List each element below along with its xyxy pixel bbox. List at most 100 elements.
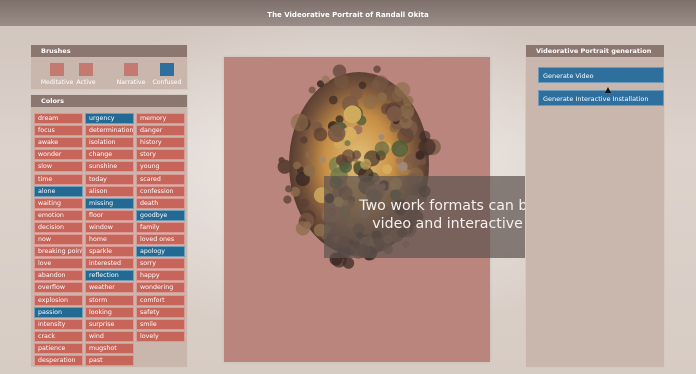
color-word-cell[interactable]: urgency xyxy=(85,113,134,124)
color-word-cell[interactable]: alone xyxy=(34,185,83,197)
color-word-cell[interactable]: abandon xyxy=(34,270,83,282)
colors-panel: Colors dream focus awake wonder slow time alon… xyxy=(30,94,188,368)
paint-dab xyxy=(285,185,293,193)
generate-installation-button[interactable]: Generate Interactive Installation xyxy=(538,90,664,106)
brushes-panel: Brushes Meditative Active Narrative Conf… xyxy=(30,44,188,90)
paint-dab xyxy=(395,157,403,164)
color-word-cell[interactable]: decision xyxy=(34,221,83,233)
color-word-cell[interactable]: confession xyxy=(136,185,185,197)
brush-confused-swatch xyxy=(160,63,174,76)
paint-dab xyxy=(305,150,313,159)
color-word-cell[interactable]: desperation xyxy=(34,355,83,366)
paint-dab xyxy=(374,141,390,156)
paint-dab xyxy=(391,140,409,157)
color-word-cell[interactable]: wonder xyxy=(34,149,83,161)
color-word-cell[interactable]: scared xyxy=(136,173,185,185)
color-word-cell[interactable]: explosion xyxy=(34,294,83,306)
color-word-cell[interactable]: comfort xyxy=(136,294,185,306)
paint-dab xyxy=(341,149,356,163)
paint-dab xyxy=(313,127,328,142)
brushes-panel-title: Brushes xyxy=(31,45,187,57)
paint-dab xyxy=(415,150,425,160)
paint-dab xyxy=(378,134,385,140)
color-word-cell[interactable]: crack xyxy=(34,330,83,342)
paint-dab xyxy=(334,73,349,89)
color-word-cell[interactable]: storm xyxy=(85,294,134,306)
color-word-cell[interactable]: wind xyxy=(85,330,134,342)
color-word-cell[interactable]: now xyxy=(34,234,83,245)
color-word-cell[interactable]: emotion xyxy=(34,209,83,221)
color-word-cell[interactable]: home xyxy=(85,234,134,245)
color-word-cell[interactable]: interested xyxy=(85,258,134,270)
paint-dab xyxy=(344,140,351,147)
color-word-cell[interactable]: passion xyxy=(34,306,83,318)
paint-dab xyxy=(394,82,411,98)
color-word-cell[interactable]: goodbye xyxy=(136,209,185,221)
color-word-cell[interactable]: window xyxy=(85,221,134,233)
color-word-cell[interactable]: focus xyxy=(34,125,83,137)
color-word-cell[interactable]: loved ones xyxy=(136,234,185,245)
color-word-cell[interactable]: intensity xyxy=(34,318,83,330)
color-word-cell[interactable]: overflow xyxy=(34,282,83,294)
paint-dab xyxy=(382,164,392,175)
color-word-cell[interactable]: safety xyxy=(136,306,185,318)
color-word-cell[interactable]: slow xyxy=(34,161,83,173)
color-word-cell[interactable]: lovely xyxy=(136,330,185,342)
paint-dab xyxy=(293,161,301,170)
generation-panel: Videorative Portrait generation Generate… xyxy=(525,44,665,368)
color-word-cell[interactable]: family xyxy=(136,221,185,233)
color-word-cell[interactable]: reflection xyxy=(85,270,134,282)
color-word-cell[interactable]: patience xyxy=(34,342,83,354)
brush-narrative-label: Narrative xyxy=(116,79,146,86)
color-word-cell[interactable]: looking xyxy=(85,306,134,318)
color-word-cell[interactable]: memory xyxy=(136,113,185,124)
brush-narrative[interactable]: Narrative xyxy=(113,63,149,86)
paint-dab xyxy=(372,75,389,91)
brush-active[interactable]: Active xyxy=(71,63,101,86)
paint-dab xyxy=(363,95,378,110)
color-word-cell[interactable]: wondering xyxy=(136,282,185,294)
color-word-cell[interactable]: history xyxy=(136,137,185,149)
color-word-cell[interactable]: time xyxy=(34,173,83,185)
color-word-cell[interactable]: apology xyxy=(136,246,185,258)
color-word-cell[interactable]: story xyxy=(136,149,185,161)
color-word-cell[interactable]: isolation xyxy=(85,137,134,149)
color-word-cell[interactable]: weather xyxy=(85,282,134,294)
color-word-cell[interactable]: floor xyxy=(85,209,134,221)
color-word-cell[interactable]: dream xyxy=(34,113,83,124)
paint-dab xyxy=(318,156,327,164)
brush-confused-label: Confused xyxy=(152,79,182,86)
paint-dab xyxy=(303,164,315,177)
generate-video-button[interactable]: Generate Video xyxy=(538,67,664,83)
color-word-cell[interactable]: waiting xyxy=(34,197,83,209)
paint-dab xyxy=(373,65,381,73)
color-word-cell[interactable]: surprise xyxy=(85,318,134,330)
paint-dab xyxy=(343,105,362,124)
color-word-cell[interactable]: today xyxy=(85,173,134,185)
color-word-cell[interactable]: missing xyxy=(85,197,134,209)
color-word-cell[interactable]: awake xyxy=(34,137,83,149)
color-word-cell[interactable]: death xyxy=(136,197,185,209)
paint-dab xyxy=(360,158,372,170)
color-word-cell[interactable]: determination xyxy=(85,125,134,137)
color-word-cell[interactable]: sparkle xyxy=(85,246,134,258)
brush-row: Meditative Active Narrative Confused xyxy=(31,57,187,91)
color-word-cell[interactable]: breaking point xyxy=(34,246,83,258)
color-word-cell[interactable]: happy xyxy=(136,270,185,282)
paint-dab xyxy=(290,113,309,132)
brush-confused[interactable]: Confused xyxy=(149,63,185,86)
color-word-cell[interactable]: sorry xyxy=(136,258,185,270)
color-word-cell[interactable]: change xyxy=(85,149,134,161)
color-word-cell[interactable]: sunshine xyxy=(85,161,134,173)
color-word-cell[interactable]: past xyxy=(85,355,134,366)
paint-dab xyxy=(328,95,338,105)
color-word-cell[interactable]: smile xyxy=(136,318,185,330)
color-word-cell[interactable]: love xyxy=(34,258,83,270)
color-word-cell[interactable]: young xyxy=(136,161,185,173)
color-word-cell[interactable]: mugshot xyxy=(85,342,134,354)
mouse-cursor-icon xyxy=(605,87,611,93)
color-word-cell[interactable]: alison xyxy=(85,185,134,197)
paint-dab xyxy=(389,123,399,133)
color-word-cell[interactable]: danger xyxy=(136,125,185,137)
colors-panel-title: Colors xyxy=(31,95,187,107)
